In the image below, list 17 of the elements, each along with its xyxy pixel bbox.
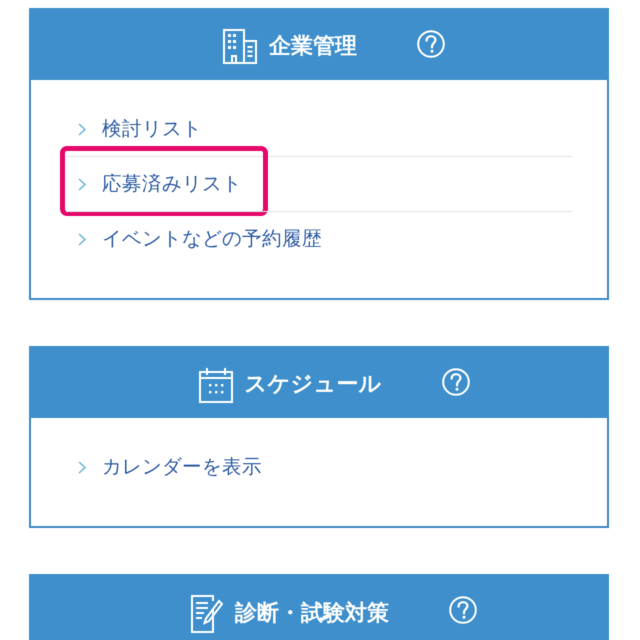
help-icon[interactable] <box>449 596 477 624</box>
menu-link[interactable]: 検討リスト <box>102 116 202 142</box>
menu-link[interactable]: 応募済みリスト <box>102 171 242 197</box>
building-icon <box>223 29 257 64</box>
help-icon[interactable] <box>417 30 445 58</box>
calendar-icon <box>198 367 232 403</box>
help-icon[interactable] <box>442 368 470 396</box>
section-title: スケジュール <box>244 371 382 399</box>
section-title: 企業管理 <box>269 32 357 60</box>
chevron-icon <box>78 178 86 190</box>
document-pen-icon <box>191 595 223 633</box>
section-title: 診断・試験対策 <box>235 600 389 628</box>
menu-link[interactable]: カレンダーを表示 <box>102 454 262 480</box>
menu-link[interactable]: イベントなどの予約履歴 <box>102 226 322 252</box>
chevron-icon <box>78 460 86 474</box>
chevron-icon <box>78 122 86 136</box>
chevron-icon <box>78 232 86 246</box>
